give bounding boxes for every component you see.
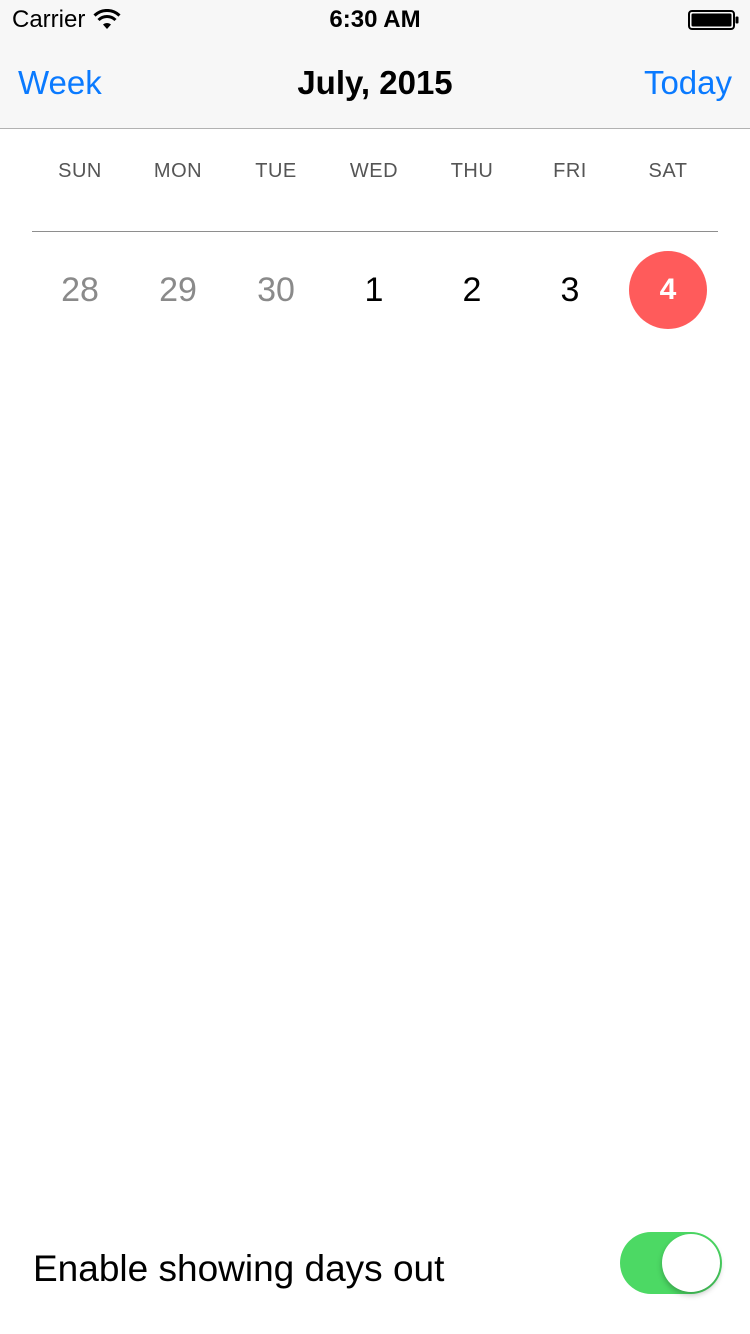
navigation-bar: Week July, 2015 Today [0, 40, 750, 129]
week-days-row: 28 29 30 1 2 3 4 [31, 250, 717, 330]
toggle-knob[interactable] [662, 1234, 720, 1292]
weekday-sat: SAT [648, 160, 688, 182]
weekday-fri: FRI [553, 160, 587, 182]
day-number: 4 [629, 251, 707, 329]
weekday-tue: TUE [255, 160, 297, 182]
battery-icon [688, 10, 739, 30]
days-out-toggle[interactable] [620, 1232, 722, 1294]
day-cell[interactable]: 28 [31, 250, 129, 330]
day-cell[interactable]: 2 [423, 250, 521, 330]
weekday-header: SUN MON TUE WED THU FRI SAT [31, 160, 717, 200]
day-cell[interactable]: 29 [129, 250, 227, 330]
day-cell[interactable]: 4 [619, 250, 717, 330]
month-title: July, 2015 [297, 64, 453, 101]
today-button[interactable]: Today [644, 64, 732, 102]
day-number: 2 [462, 270, 482, 309]
calendar-screen: Carrier 6:30 AM Week July, 2015 Today SU… [0, 0, 750, 1334]
day-number: 29 [159, 270, 197, 309]
status-time: 6:30 AM [329, 6, 421, 33]
header-divider [32, 231, 718, 232]
day-cell[interactable]: 1 [325, 250, 423, 330]
day-number: 1 [364, 270, 384, 309]
weekday-mon: MON [153, 160, 203, 182]
days-out-toggle-label: Enable showing days out [33, 1248, 445, 1289]
weekday-thu: THU [450, 160, 494, 182]
weekday-wed: WED [349, 160, 399, 182]
day-cell[interactable]: 30 [227, 250, 325, 330]
day-number: 30 [257, 270, 295, 309]
weekday-sun: SUN [58, 160, 102, 182]
day-cell[interactable]: 3 [521, 250, 619, 330]
day-number: 28 [61, 270, 99, 309]
status-bar: Carrier 6:30 AM [0, 0, 750, 40]
day-number: 3 [560, 270, 580, 309]
